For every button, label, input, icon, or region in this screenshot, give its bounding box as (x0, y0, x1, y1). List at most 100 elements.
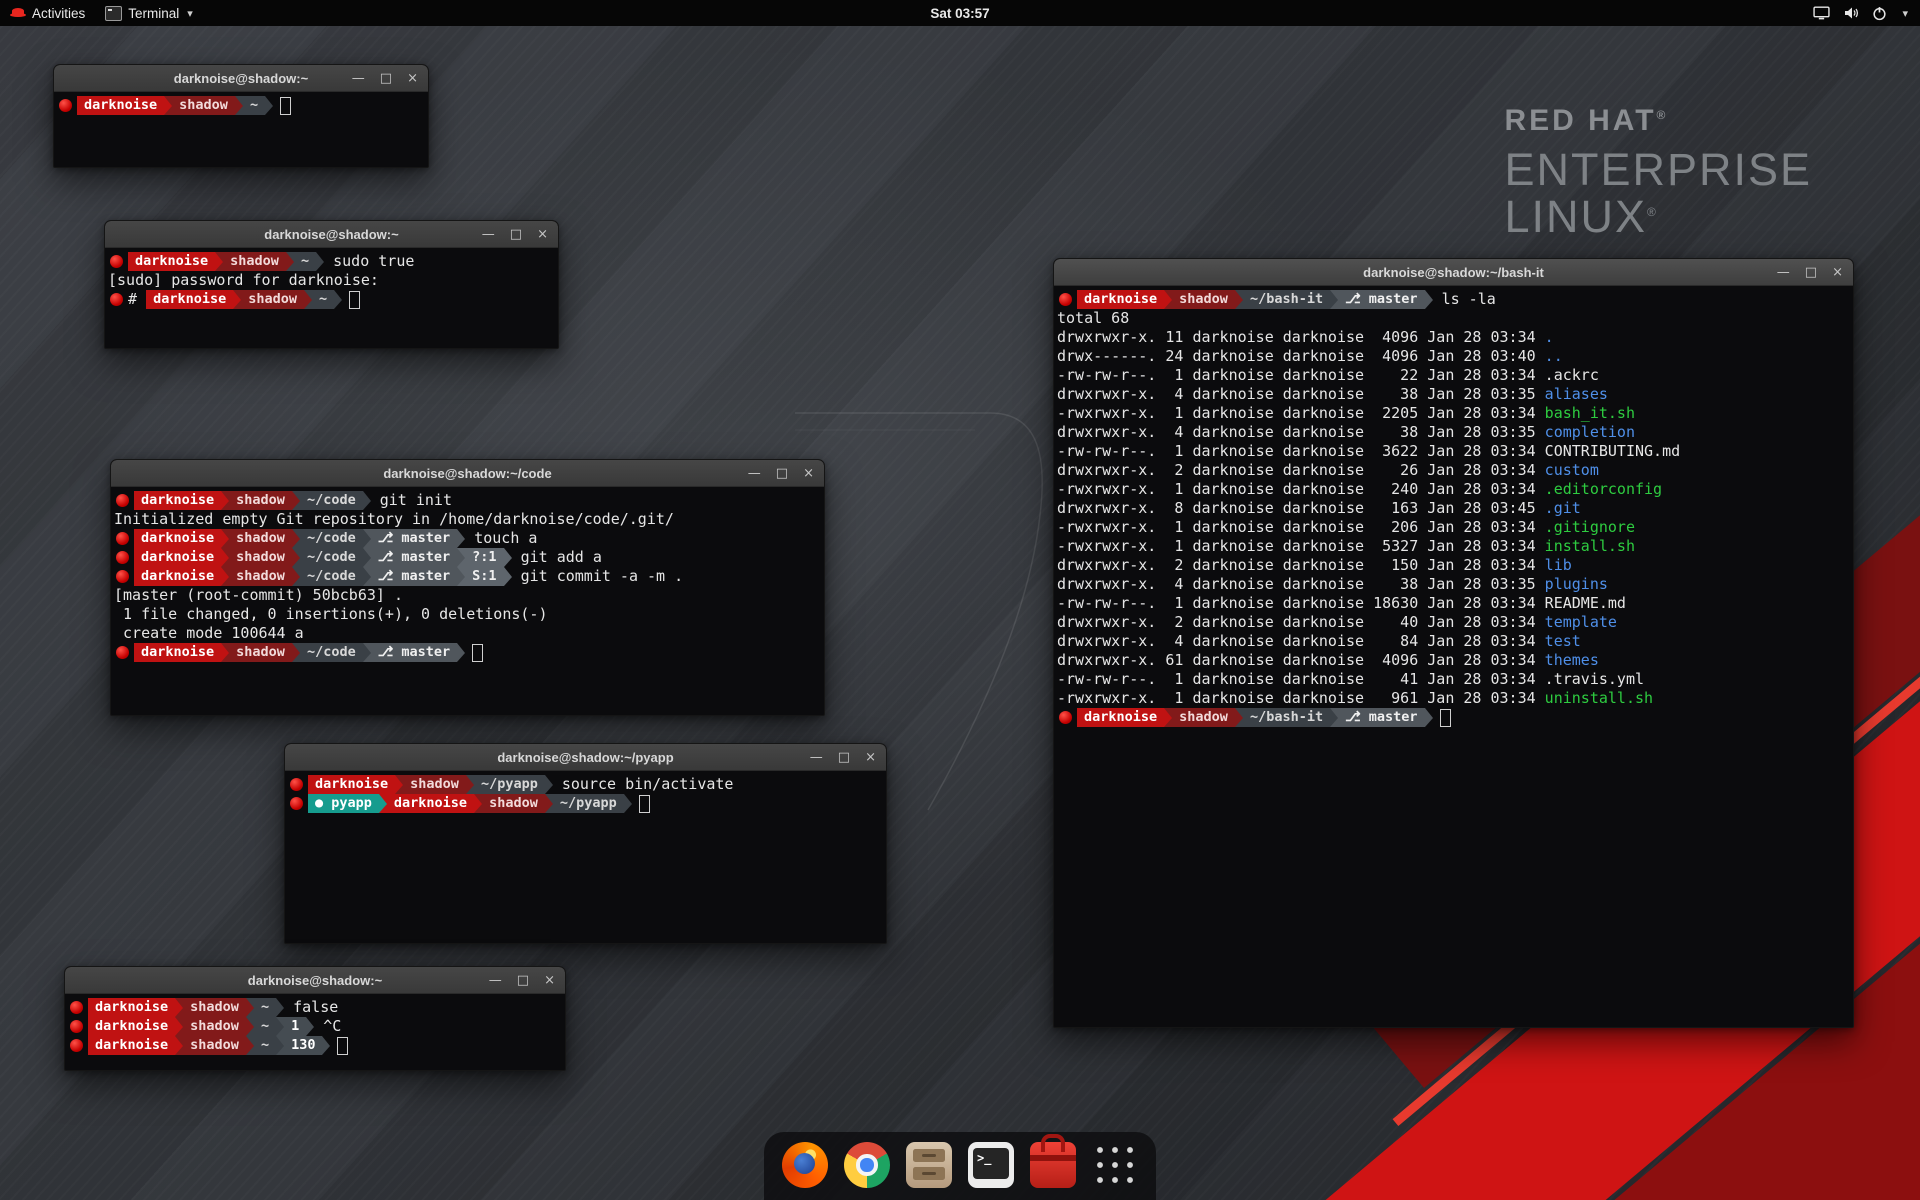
window-titlebar[interactable]: darknoise@shadow:~—□× (54, 65, 428, 92)
terminal-text: git add a (512, 548, 602, 566)
close-button[interactable]: × (1832, 266, 1843, 279)
powerline-arrow-icon (504, 548, 512, 567)
powerline-arrow-icon (175, 1017, 183, 1036)
terminal-content[interactable]: darknoiseshadow~ sudo true[sudo] passwor… (105, 248, 558, 313)
close-button[interactable]: × (407, 72, 418, 85)
terminal-line: drwxrwxr-x. 4 darknoise darknoise 38 Jan… (1057, 385, 1850, 404)
terminal-text: -rwxrwxr-x. 1 darknoise darknoise 961 Ja… (1057, 689, 1545, 707)
toolbox-dock-icon[interactable] (1030, 1142, 1076, 1188)
close-button[interactable]: × (865, 751, 876, 764)
powerline-arrow-icon (246, 1036, 254, 1055)
powerline-arrow-icon (363, 643, 371, 662)
prompt-segment-path: ~/pyapp (553, 794, 624, 813)
powerline-arrow-icon (457, 643, 465, 662)
powerline-arrow-icon (334, 290, 342, 309)
terminal-content[interactable]: darknoiseshadow~ falsedarknoiseshadow~1 … (65, 994, 565, 1059)
maximize-button[interactable]: □ (1805, 266, 1817, 279)
terminal-content[interactable]: darknoiseshadow~/pyapp source bin/activa… (285, 771, 886, 817)
prompt-segment-user: darknoise (77, 96, 164, 115)
terminal-text: drwxrwxr-x. 61 darknoise darknoise 4096 … (1057, 651, 1545, 669)
window-titlebar[interactable]: darknoise@shadow:~—□× (105, 221, 558, 248)
terminal-window[interactable]: darknoise@shadow:~/pyapp — □ × darknoiseshad… (284, 743, 887, 944)
terminal-text: -rw-rw-r--. 1 darknoise darknoise 18630 … (1057, 594, 1545, 612)
terminal-cursor (1440, 709, 1451, 727)
terminal-line: darknoiseshadow~/code⎇ master?:1 git add… (114, 548, 821, 567)
powerline-arrow-icon (276, 1017, 284, 1036)
prompt-segment-path: ~ (243, 96, 265, 115)
terminal-window[interactable]: darknoise@shadow:~—□×darknoiseshadow~ su… (104, 220, 559, 349)
terminal-dock-icon[interactable]: >_ (968, 1142, 1014, 1188)
window-title: darknoise@shadow:~ (248, 973, 382, 988)
terminal-window[interactable]: darknoise@shadow:~/code — □ × darknoiseshado… (110, 459, 825, 716)
terminal-text: git commit -a -m . (512, 567, 684, 585)
terminal-window[interactable]: darknoise@shadow:~/bash-it—□×darknoisesh… (1053, 258, 1854, 1028)
terminal-line: -rwxrwxr-x. 1 darknoise darknoise 961 Ja… (1057, 689, 1850, 708)
prompt-segment-user: darknoise (1077, 708, 1164, 727)
window-titlebar[interactable]: darknoise@shadow:~ — □ × (65, 967, 565, 994)
prompt-segment-git: ⎇ master (371, 548, 457, 567)
terminal-text: drwxrwxr-x. 2 darknoise darknoise 40 Jan… (1057, 613, 1545, 631)
chevron-down-icon: ▾ (187, 7, 193, 20)
windows-layer: darknoise@shadow:~—□×darknoiseshadow~dar… (0, 0, 1920, 1200)
clock[interactable]: Sat 03:57 (930, 6, 989, 21)
window-titlebar[interactable]: darknoise@shadow:~/bash-it—□× (1054, 259, 1853, 286)
window-title: darknoise@shadow:~/pyapp (497, 750, 673, 765)
terminal-text: ^C (314, 1017, 341, 1035)
prompt-segment-host: shadow (183, 998, 246, 1017)
maximize-button[interactable]: □ (838, 751, 850, 764)
maximize-button[interactable]: □ (517, 974, 529, 987)
minimize-button[interactable]: — (489, 974, 502, 987)
powerline-arrow-icon (504, 567, 512, 586)
maximize-button[interactable]: □ (510, 228, 522, 241)
window-titlebar[interactable]: darknoise@shadow:~/code — □ × (111, 460, 824, 487)
powerline-arrow-icon (164, 96, 172, 115)
powerline-arrow-icon (233, 290, 241, 309)
terminal-line: drwxrwxr-x. 61 darknoise darknoise 4096 … (1057, 651, 1850, 670)
powerline-arrow-icon (246, 1017, 254, 1036)
powerline-arrow-icon (363, 548, 371, 567)
minimize-button[interactable]: — (482, 228, 495, 241)
powerline-arrow-icon (1164, 708, 1172, 727)
terminal-line: drwxrwxr-x. 4 darknoise darknoise 38 Jan… (1057, 423, 1850, 442)
powerline-arrow-icon (316, 252, 324, 271)
firefox-dock-icon[interactable] (782, 1142, 828, 1188)
terminal-line: drwxrwxr-x. 8 darknoise darknoise 163 Ja… (1057, 499, 1850, 518)
terminal-content[interactable]: darknoise shadow ~ (54, 92, 428, 119)
window-title: darknoise@shadow:~/code (383, 466, 551, 481)
maximize-button[interactable]: □ (776, 467, 788, 480)
terminal-line: -rwxrwxr-x. 1 darknoise darknoise 2205 J… (1057, 404, 1850, 423)
maximize-button[interactable]: □ (380, 72, 392, 85)
powerline-arrow-icon (1425, 708, 1433, 727)
terminal-text: Initialized empty Git repository in /hom… (114, 510, 674, 528)
terminal-text: source bin/activate (553, 775, 734, 793)
files-dock-icon[interactable] (906, 1142, 952, 1188)
powerline-arrow-icon (292, 548, 300, 567)
show-apps-dock-icon[interactable] (1092, 1142, 1138, 1188)
redhat-prompt-icon (290, 778, 303, 791)
close-button[interactable]: × (803, 467, 814, 480)
app-menu-button[interactable]: Terminal ▾ (95, 0, 203, 26)
powerline-arrow-icon (624, 794, 632, 813)
minimize-button[interactable]: — (352, 72, 365, 85)
prompt-segment-host: shadow (229, 548, 292, 567)
minimize-button[interactable]: — (748, 467, 761, 480)
system-menu[interactable]: ▾ (1801, 6, 1920, 21)
powerline-arrow-icon (322, 1036, 330, 1055)
prompt-segment-user: darknoise (88, 1017, 175, 1036)
window-titlebar[interactable]: darknoise@shadow:~/pyapp — □ × (285, 744, 886, 771)
activities-button[interactable]: Activities (0, 0, 95, 26)
prompt-segment-host: shadow (172, 96, 235, 115)
minimize-button[interactable]: — (1777, 266, 1790, 279)
terminal-window[interactable]: darknoise@shadow:~—□×darknoiseshadow~ fa… (64, 966, 566, 1071)
close-button[interactable]: × (537, 228, 548, 241)
terminal-content[interactable]: darknoiseshadow~/bash-it⎇ master ls -lat… (1054, 286, 1853, 731)
redhat-prompt-icon (116, 646, 129, 659)
chrome-dock-icon[interactable] (844, 1142, 890, 1188)
terminal-line: darknoiseshadow~/bash-it⎇ master ls -la (1057, 290, 1850, 309)
close-button[interactable]: × (544, 974, 555, 987)
terminal-content[interactable]: darknoiseshadow~/code git initInitialize… (111, 487, 824, 666)
terminal-window[interactable]: darknoise@shadow:~—□×darknoiseshadow~ (53, 64, 429, 168)
terminal-text: # (128, 290, 146, 308)
minimize-button[interactable]: — (810, 751, 823, 764)
power-icon (1872, 6, 1887, 21)
